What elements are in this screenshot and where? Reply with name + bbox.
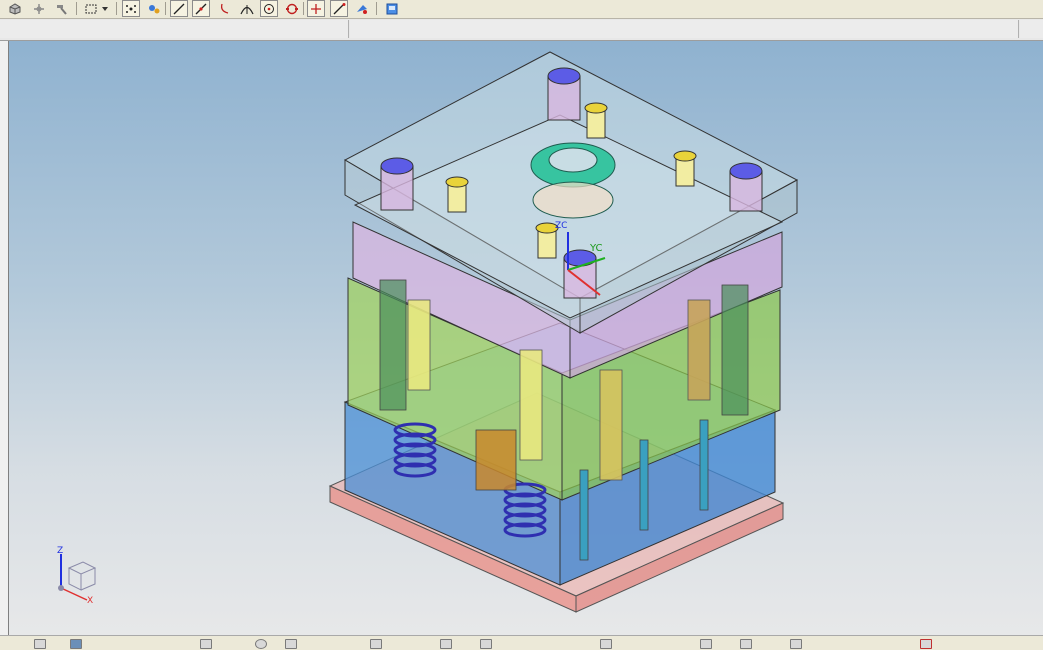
orient-view-icon[interactable]: [600, 639, 612, 649]
selection-filter-icon[interactable]: [34, 639, 46, 649]
wcs-zc-label: ZC: [555, 221, 568, 231]
type-filter-icon[interactable]: [70, 639, 82, 649]
arc-center-icon[interactable]: [260, 0, 278, 17]
graphics-window[interactable]: YC ZC Z X: [9, 41, 1043, 635]
color-filter-icon[interactable]: [255, 639, 267, 649]
zoom-icon[interactable]: [740, 639, 752, 649]
status-prompt-field: [350, 20, 1019, 38]
quadrant-icon[interactable]: [283, 0, 301, 17]
render-mode-icon[interactable]: [440, 639, 452, 649]
cube-select-icon[interactable]: [6, 0, 24, 17]
midpoint-line-icon[interactable]: [192, 0, 210, 17]
display-option-icon[interactable]: [480, 639, 492, 649]
resource-bar[interactable]: [0, 41, 9, 635]
triad-x-label: X: [87, 596, 94, 606]
snap-points-icon[interactable]: [145, 0, 163, 17]
line-icon[interactable]: [170, 0, 188, 17]
curve-icon[interactable]: [216, 0, 234, 17]
hammer-icon[interactable]: [52, 0, 70, 17]
toolbar-separator: [165, 2, 166, 15]
toolbar-separator: [303, 2, 304, 15]
status-end-field: [1020, 20, 1043, 38]
existing-point-icon[interactable]: [307, 0, 325, 17]
toolbar-separator: [76, 2, 77, 15]
layer-filter-icon[interactable]: [200, 639, 212, 649]
view-option-icon[interactable]: [370, 639, 382, 649]
intersection-icon[interactable]: [238, 0, 256, 17]
point-on-face-icon[interactable]: [353, 0, 371, 17]
rotate-icon[interactable]: [790, 639, 802, 649]
cue-prompt-field: [0, 20, 349, 38]
endpoint-line-icon[interactable]: [330, 0, 348, 17]
toolbar-separator: [116, 2, 117, 15]
bottom-toolbar: [0, 635, 1043, 650]
snap-all-icon[interactable]: [122, 0, 140, 17]
fit-view-icon[interactable]: [700, 639, 712, 649]
snap-toolbar: [0, 0, 1043, 19]
wcs-yc-label: YC: [590, 243, 603, 254]
box-select-icon[interactable]: [82, 0, 100, 17]
toolbar-separator: [376, 2, 377, 15]
cue-line: [0, 19, 1043, 41]
stop-icon[interactable]: [920, 639, 932, 649]
triad-z-label: Z: [57, 546, 64, 556]
locating-ring: [530, 142, 616, 219]
point-snap-icon[interactable]: [30, 0, 48, 17]
view-triad: Z X: [55, 546, 105, 608]
snap-status-icon[interactable]: [285, 639, 297, 649]
dropdown-arrow-icon[interactable]: [100, 0, 110, 17]
feature-box-icon[interactable]: [383, 0, 401, 17]
mold-assembly-model[interactable]: [9, 41, 1043, 635]
